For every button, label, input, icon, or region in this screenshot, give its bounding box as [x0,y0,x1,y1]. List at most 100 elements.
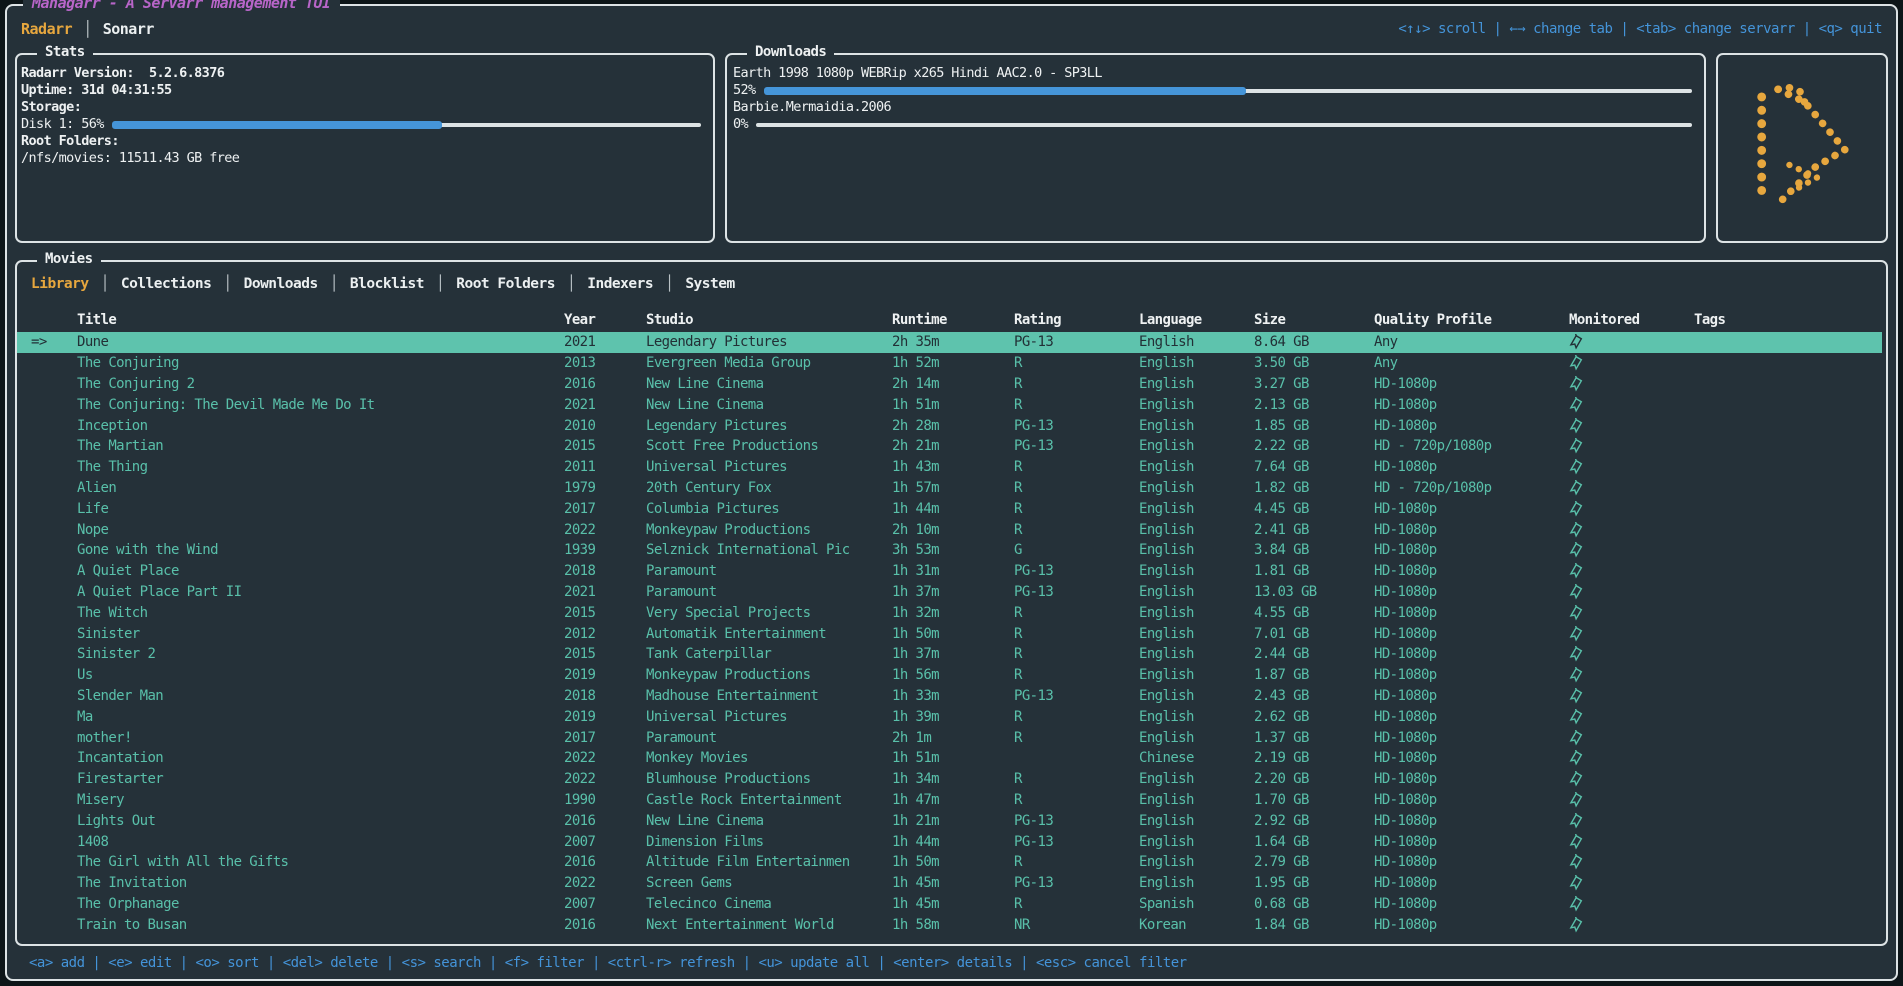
table-row[interactable]: Gone with the Wind 1939 Selznick Interna… [17,540,1882,561]
download-name: Earth 1998 1080p WEBRip x265 Hindi AAC2.… [733,65,1692,82]
table-row[interactable]: The Thing 2011 Universal Pictures 1h 43m… [17,457,1882,478]
movie-language: English [1139,875,1254,891]
movie-quality-profile: HD-1080p [1374,459,1569,475]
movie-runtime: 1h 50m [892,626,1014,642]
monitored-tag-icon [1569,792,1694,808]
table-row[interactable]: The Witch 2015 Very Special Projects 1h … [17,602,1882,623]
servarr-tab-sonarr[interactable]: Sonarr [103,20,154,38]
movie-runtime: 1h 37m [892,646,1014,662]
mtab-downloads[interactable]: Downloads [244,276,318,292]
movie-year: 2016 [564,854,646,870]
movie-quality-profile: HD - 720p/1080p [1374,480,1569,496]
table-row[interactable]: Inception 2010 Legendary Pictures 2h 28m… [17,415,1882,436]
table-row[interactable]: 1408 2007 Dimension Films 1h 44m PG-13 E… [17,831,1882,852]
mtab-collections[interactable]: Collections [121,276,212,292]
monitored-tag-icon [1569,355,1694,371]
download-name: Barbie.Mermaidia.2006 [733,99,1692,116]
app-title: Managarr - A Servarr management TUI [23,0,340,12]
movie-size: 2.44 GB [1254,646,1374,662]
table-row[interactable]: Sinister 2 2015 Tank Caterpillar 1h 37m … [17,644,1882,665]
table-row[interactable]: Us 2019 Monkeypaw Productions 1h 56m R E… [17,665,1882,686]
table-row[interactable]: The Martian 2015 Scott Free Productions … [17,436,1882,457]
mtab-indexers[interactable]: Indexers [587,276,653,292]
stats-panel-title: Stats [37,44,93,60]
movie-studio: Paramount [646,584,892,600]
table-row[interactable]: Train to Busan 2016 Next Entertainment W… [17,914,1882,935]
movie-studio: Paramount [646,730,892,746]
table-row[interactable]: Firestarter 2022 Blumhouse Productions 1… [17,769,1882,790]
mtab-system[interactable]: System [685,276,734,292]
table-row[interactable]: Misery 1990 Castle Rock Entertainment 1h… [17,790,1882,811]
movie-title: Sinister [77,626,564,642]
movie-runtime: 1h 45m [892,896,1014,912]
mtab-root-folders[interactable]: Root Folders [456,276,555,292]
table-row[interactable]: Lights Out 2016 New Line Cinema 1h 21m P… [17,810,1882,831]
movie-quality-profile: HD-1080p [1374,834,1569,850]
movie-rating: R [1014,896,1139,912]
movie-quality-profile: Any [1374,334,1569,350]
movie-title: Gone with the Wind [77,542,564,558]
movie-year: 2021 [564,584,646,600]
table-row[interactable]: The Invitation 2022 Screen Gems 1h 45m P… [17,873,1882,894]
movie-rating: R [1014,730,1139,746]
table-row[interactable]: Alien 1979 20th Century Fox 1h 57m R Eng… [17,478,1882,499]
servarr-tabs: Radarr│Sonarr [21,20,154,38]
movie-size: 2.43 GB [1254,688,1374,704]
table-row[interactable]: The Girl with All the Gifts 2016 Altitud… [17,852,1882,873]
movie-year: 2018 [564,688,646,704]
movies-table-body: => Dune 2021 Legendary Pictures 2h 35m P… [17,332,1882,935]
movie-rating: R [1014,355,1139,371]
movie-rating: PG-13 [1014,813,1139,829]
servarr-tab-radarr[interactable]: Radarr [21,20,72,38]
table-row[interactable]: Nope 2022 Monkeypaw Productions 2h 10m R… [17,519,1882,540]
movie-quality-profile: HD-1080p [1374,792,1569,808]
table-row[interactable]: mother! 2017 Paramount 2h 1m R English 1… [17,727,1882,748]
table-row[interactable]: => Dune 2021 Legendary Pictures 2h 35m P… [17,332,1882,353]
movie-title: Us [77,667,564,683]
movie-quality-profile: HD-1080p [1374,667,1569,683]
movies-tabs: Library│Collections│Downloads│Blocklist│… [17,271,1882,296]
table-row[interactable]: Life 2017 Columbia Pictures 1h 44m R Eng… [17,498,1882,519]
movie-size: 2.22 GB [1254,438,1374,454]
movie-title: mother! [77,730,564,746]
table-row[interactable]: A Quiet Place 2018 Paramount 1h 31m PG-1… [17,561,1882,582]
col-studio: Studio [646,312,892,328]
movie-runtime: 1h 58m [892,917,1014,933]
movie-title: The Witch [77,605,564,621]
movie-language: English [1139,542,1254,558]
mtab-library[interactable]: Library [31,276,89,292]
movie-studio: New Line Cinema [646,376,892,392]
table-row[interactable]: Slender Man 2018 Madhouse Entertainment … [17,686,1882,707]
table-row[interactable]: The Orphanage 2007 Telecinco Cinema 1h 4… [17,894,1882,915]
movie-size: 4.55 GB [1254,605,1374,621]
movie-title: The Orphanage [77,896,564,912]
table-row[interactable]: A Quiet Place Part II 2021 Paramount 1h … [17,582,1882,603]
table-row[interactable]: Ma 2019 Universal Pictures 1h 39m R Engl… [17,706,1882,727]
movie-title: Misery [77,792,564,808]
movie-year: 2016 [564,376,646,392]
table-row[interactable]: The Conjuring: The Devil Made Me Do It 2… [17,394,1882,415]
app-window: Managarr - A Servarr management TUI Rada… [5,4,1898,981]
table-row[interactable]: Incantation 2022 Monkey Movies 1h 51m Ch… [17,748,1882,769]
mtab-blocklist[interactable]: Blocklist [350,276,424,292]
movie-studio: Legendary Pictures [646,334,892,350]
movie-year: 2022 [564,522,646,538]
monitored-tag-icon [1569,605,1694,621]
download-percent: 52% [733,82,756,99]
movie-language: English [1139,438,1254,454]
movie-studio: Monkeypaw Productions [646,667,892,683]
movie-runtime: 1h 44m [892,834,1014,850]
movie-title: The Conjuring 2 [77,376,564,392]
movie-size: 3.50 GB [1254,355,1374,371]
movie-rating: NR [1014,917,1139,933]
movie-size: 2.13 GB [1254,397,1374,413]
header-row: Radarr│Sonarr <↑↓> scroll | ←→ change ta… [15,14,1888,44]
movie-size: 1.64 GB [1254,834,1374,850]
table-row[interactable]: The Conjuring 2013 Evergreen Media Group… [17,353,1882,374]
table-row[interactable]: Sinister 2012 Automatik Entertainment 1h… [17,623,1882,644]
movie-language: English [1139,834,1254,850]
movie-rating: R [1014,376,1139,392]
col-quality-profile: Quality Profile [1374,312,1569,328]
movie-runtime: 2h 21m [892,438,1014,454]
table-row[interactable]: The Conjuring 2 2016 New Line Cinema 2h … [17,374,1882,395]
